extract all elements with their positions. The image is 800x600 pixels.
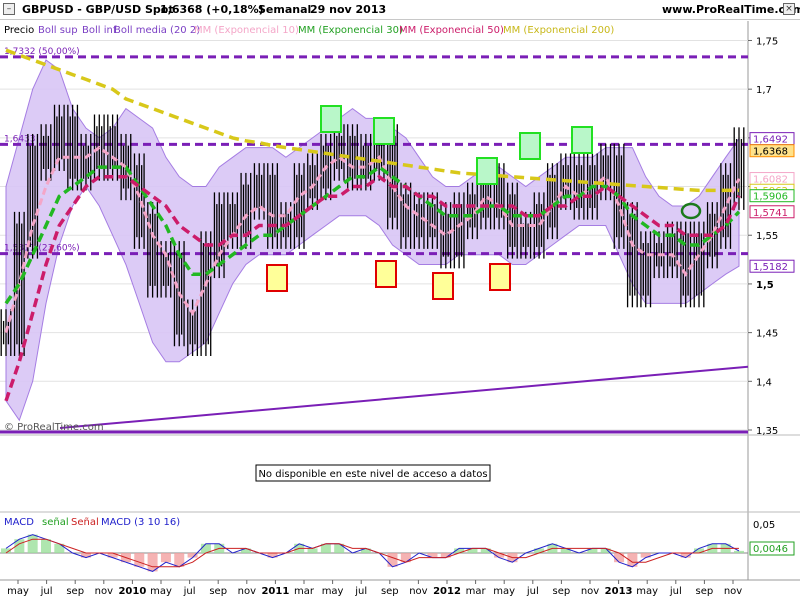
legend-mm200: MM (Exponencial 200) bbox=[503, 25, 614, 36]
legend-mm30: MM (Exponencial 30) bbox=[298, 25, 403, 36]
y-tick-label: 1,7 bbox=[756, 85, 772, 96]
x-tick-label: sep bbox=[66, 586, 84, 597]
legend-boll-sup: Boll sup bbox=[38, 25, 78, 36]
x-tick-label: jul bbox=[354, 586, 367, 597]
legend-price: Precio bbox=[4, 25, 34, 36]
macd-histogram-bar bbox=[134, 553, 145, 567]
unavailable-message: No disponible en este nivel de acceso a … bbox=[258, 469, 487, 480]
watermark: © ProRealTime.com bbox=[4, 422, 104, 433]
x-tick-label: jul bbox=[183, 586, 196, 597]
legend-boll-inf: Boll inf bbox=[82, 25, 117, 36]
macd-histogram-bar bbox=[614, 553, 625, 563]
x-tick-label: 2012 bbox=[433, 586, 461, 597]
macd-axis-label-0: 0,05 bbox=[753, 520, 775, 531]
x-tick-label: sep bbox=[209, 586, 227, 597]
macd-legend-senal2: Señal bbox=[71, 517, 99, 528]
macd-histogram-bar bbox=[307, 548, 318, 553]
price-tag-label: 1,5182 bbox=[753, 262, 788, 273]
legend-mm10: MM (Exponencial 10) bbox=[194, 25, 299, 36]
resistance-box bbox=[519, 132, 541, 160]
x-tick-label: 2011 bbox=[261, 586, 289, 597]
x-tick-label: 2010 bbox=[118, 586, 146, 597]
x-tick-label: may bbox=[322, 586, 344, 597]
x-tick-label: nov bbox=[581, 586, 599, 597]
x-tick-label: jul bbox=[526, 586, 539, 597]
y-tick-label: 1,45 bbox=[756, 329, 778, 340]
y-tick-label: 1,5 bbox=[756, 280, 774, 291]
macd-legend-params: MACD (3 10 16) bbox=[101, 517, 180, 528]
chart-svg: 1,7332 (50,00%)1,64331,5311 (23,60%) 1,7… bbox=[0, 21, 800, 597]
support-box bbox=[432, 272, 454, 300]
macd-legend-senal: señal bbox=[42, 517, 69, 528]
macd-legend-macd: MACD bbox=[4, 517, 34, 528]
y-tick-label: 1,55 bbox=[756, 231, 778, 242]
x-tick-label: mar bbox=[466, 586, 487, 597]
price-tag-label: 1,5741 bbox=[753, 208, 788, 219]
y-tick-label: 1,4 bbox=[756, 377, 772, 388]
y-tick-label: 1,35 bbox=[756, 426, 778, 437]
y-tick-label: 1,75 bbox=[756, 36, 778, 47]
price-tag-label: 1,6492 bbox=[753, 135, 788, 146]
resistance-box bbox=[571, 126, 593, 154]
x-tick-label: jul bbox=[669, 586, 682, 597]
x-tick-label: sep bbox=[696, 586, 714, 597]
x-tick-label: mar bbox=[294, 586, 315, 597]
macd-histogram-bar bbox=[734, 550, 744, 553]
x-tick-label: may bbox=[7, 586, 29, 597]
fib-level-label: 1,6433 bbox=[4, 134, 36, 144]
x-tick-label: sep bbox=[553, 586, 571, 597]
x-tick-label: jul bbox=[40, 586, 53, 597]
legend-boll-media: Boll media (20 2) bbox=[114, 25, 200, 36]
fib-level-label: 1,5311 (23,60%) bbox=[4, 244, 80, 254]
resistance-box bbox=[320, 105, 342, 133]
price-tag-label: 1,5906 bbox=[753, 192, 788, 203]
macd-histogram-bar bbox=[160, 553, 171, 563]
x-tick-label: may bbox=[493, 586, 515, 597]
x-tick-label: nov bbox=[409, 586, 427, 597]
x-tick-label: nov bbox=[724, 586, 742, 597]
resistance-box bbox=[476, 157, 498, 185]
macd-histogram-bar bbox=[387, 553, 398, 567]
support-box bbox=[489, 263, 511, 291]
x-tick-label: 2013 bbox=[605, 586, 633, 597]
macd-histogram-bar bbox=[40, 539, 51, 553]
x-tick-label: nov bbox=[238, 586, 256, 597]
macd-histogram-bar bbox=[27, 534, 38, 553]
price-tag-label: 1,6368 bbox=[753, 147, 788, 158]
x-tick-label: sep bbox=[381, 586, 399, 597]
macd-axis-label-1: 0,0046 bbox=[753, 544, 788, 555]
x-tick-label: may bbox=[150, 586, 172, 597]
x-tick-label: nov bbox=[95, 586, 113, 597]
resistance-box bbox=[373, 117, 395, 145]
legend-mm50: MM (Exponencial 50) bbox=[399, 25, 504, 36]
support-box bbox=[375, 260, 397, 288]
support-box bbox=[266, 264, 288, 292]
x-tick-label: may bbox=[636, 586, 658, 597]
